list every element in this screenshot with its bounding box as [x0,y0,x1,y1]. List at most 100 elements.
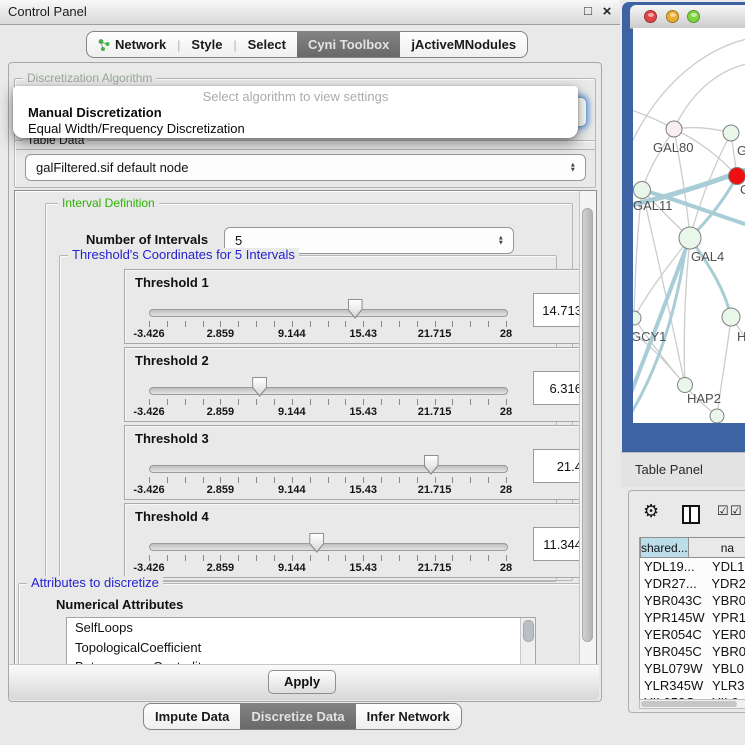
mac-minimize-button[interactable] [666,10,679,23]
network-node[interactable] [633,311,641,325]
tick-mark [292,399,293,405]
tab-style[interactable]: Style [180,32,233,57]
network-edge[interactable] [674,128,731,133]
cell-shared-name: YBL079W [640,661,708,676]
tick-mark [292,555,293,561]
threshold-slider[interactable]: -3.4262.8599.14415.4321.71528 [125,348,595,421]
threshold-slider[interactable]: -3.4262.8599.14415.4321.71528 [125,426,595,499]
tab-cyni-toolbox[interactable]: Cyni Toolbox [297,32,400,57]
numerical-attributes-list: SelfLoopsTopologicalCoefficientBetweenne… [66,617,536,666]
table-row[interactable]: YBR045CYBR0 [640,643,745,660]
network-edge[interactable] [674,63,745,129]
number-of-intervals-value: 5 [235,233,242,248]
tick-mark [185,321,186,327]
table-row[interactable]: YBL079WYBL0 [640,660,745,677]
slider-track[interactable] [149,543,508,551]
list-item[interactable]: SelfLoops [67,618,535,638]
tab-impute-data[interactable]: Impute Data [144,704,240,729]
tick-mark [470,399,471,405]
float-window-icon[interactable]: □ [580,3,596,18]
network-node[interactable] [679,227,701,249]
table-header-row: shared... na [640,537,745,558]
tab-jactivemnodules[interactable]: jActiveMNodules [400,32,527,57]
network-node[interactable] [634,182,651,199]
tick-mark [506,321,507,327]
column-header-name[interactable]: na [689,537,745,558]
tick-mark [256,477,257,483]
tick-mark [149,321,150,327]
network-edge[interactable] [642,129,674,190]
table-row[interactable]: YBR043CYBR0 [640,592,745,609]
tick-label: 9.144 [278,406,306,418]
gear-icon[interactable]: ⚙ [643,502,659,520]
top-tab-bar: Network|Style|SelectCyni ToolboxjActiveM… [86,31,528,58]
tick-mark [328,399,329,405]
tick-mark [310,555,311,561]
node-table: shared... na YDL19...YDL1YDR27...YDR2YBR… [639,537,745,701]
cell-shared-name: YBR043C [640,593,708,608]
tick-mark [238,321,239,327]
tick-mark [274,399,275,405]
table-panel-body: ⚙ ☑ ☑ shared... na YDL19...YDL1YDR27...Y… [628,490,745,713]
tab-discretize-data[interactable]: Discretize Data [240,704,355,729]
tick-label: 28 [500,406,512,418]
cell-name: YPR1 [708,610,745,625]
tick-mark [363,399,364,405]
column-header-shared-name[interactable]: shared... [640,537,689,558]
network-canvas[interactable]: GAL80GACGAL11GAL4GCY1HHAP2 [633,28,745,423]
table-row[interactable]: YDR27...YDR2 [640,575,745,592]
list-item[interactable]: TopologicalCoefficient [67,638,535,658]
dropdown-prompt: Select algorithm to view settings [13,86,578,105]
cell-name: YLR3 [708,678,745,693]
cell-shared-name: YDR27... [640,576,707,591]
mac-close-button[interactable] [644,10,657,23]
tick-label: 2.859 [207,328,235,340]
table-row[interactable]: YLR345WYLR3 [640,677,745,694]
settings-vertical-scrollbar[interactable] [579,191,596,665]
dropdown-option-equal-width[interactable]: Equal Width/Frequency Discretization [13,121,578,137]
table-horizontal-scrollbar[interactable] [639,699,745,709]
cell-shared-name: YLR345W [640,678,708,693]
threshold-slider[interactable]: -3.4262.8599.14415.4321.71528 [125,504,595,577]
tick-mark [203,321,204,327]
checkbox-icon[interactable]: ☑ [717,503,729,519]
slider-track[interactable] [149,309,508,317]
interval-definition-group: Interval Definition Number of Intervals … [45,203,573,581]
network-node[interactable] [723,125,739,141]
network-node[interactable] [666,121,682,137]
tab-label: Discretize Data [251,709,344,724]
algorithm-dropdown-popup: Select algorithm to view settings Manual… [13,86,578,138]
threshold-box: Threshold 2-3.4262.8599.14415.4321.71528… [124,347,596,422]
tab-infer-network[interactable]: Infer Network [356,704,461,729]
dropdown-option-manual[interactable]: Manual Discretization [13,105,578,121]
interval-definition-title: Interval Definition [58,196,159,210]
tab-network[interactable]: Network [87,32,177,57]
network-node[interactable] [722,308,740,326]
threshold-slider[interactable]: -3.4262.8599.14415.4321.71528 [125,270,595,343]
checkbox-icon[interactable]: ☑ [730,503,742,519]
network-node[interactable] [710,409,724,423]
tab-select[interactable]: Select [237,32,297,57]
split-columns-icon[interactable] [682,505,700,524]
tick-mark [452,321,453,327]
tick-mark [399,477,400,483]
tick-mark [381,321,382,327]
attributes-list-scrollbar[interactable] [520,618,535,665]
cell-shared-name: YER054C [640,627,708,642]
slider-track[interactable] [149,465,508,473]
bottom-tab-bar: Impute Data Discretize Data Infer Network [143,703,462,730]
tab-label: Network [115,37,166,52]
apply-button[interactable]: Apply [268,670,336,694]
close-window-icon[interactable]: × [599,3,615,20]
tick-label: 21.715 [418,484,452,496]
mac-zoom-button[interactable] [687,10,700,23]
table-row[interactable]: YDL19...YDL1 [640,558,745,575]
tick-mark [452,555,453,561]
table-row[interactable]: YER054CYER0 [640,626,745,643]
attributes-group: Attributes to discretize Numerical Attri… [18,583,587,666]
table-data-combobox[interactable]: galFiltered.sif default node ▲▼ [25,154,586,181]
table-row[interactable]: YPR145WYPR1 [640,609,745,626]
tick-label: 15.43 [349,406,377,418]
slider-track[interactable] [149,387,508,395]
tick-mark [328,555,329,561]
